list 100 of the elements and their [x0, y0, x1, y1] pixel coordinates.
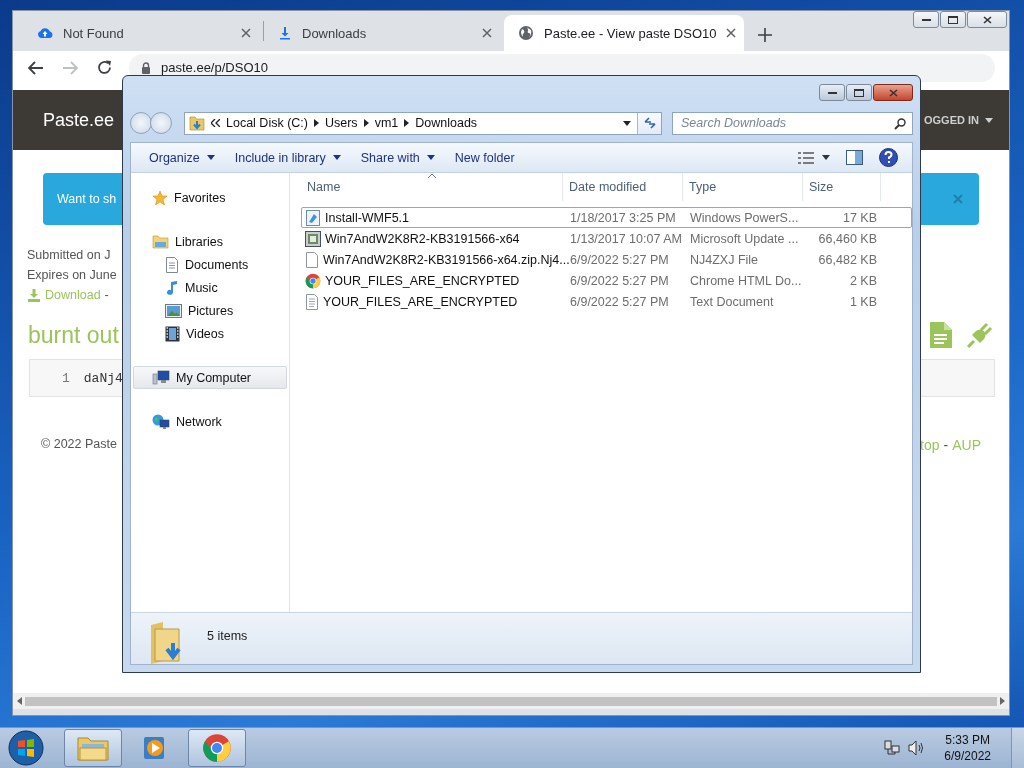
maximize-icon	[854, 88, 864, 97]
chevron-right-icon	[363, 119, 369, 127]
refresh-button[interactable]	[637, 112, 661, 134]
breadcrumb-item[interactable]: Users	[324, 116, 358, 130]
breadcrumb-item[interactable]: Local Disk (C:)	[226, 116, 308, 130]
pictures-icon	[165, 303, 182, 318]
film-icon	[165, 325, 180, 342]
minimize-button[interactable]	[819, 84, 845, 101]
file-name: Win7AndW2K8R2-KB3191566-x64.zip.Nj4...	[323, 252, 570, 267]
submitted-text: Submitted on J	[27, 247, 111, 264]
size-cell-text: 1 KB	[848, 294, 878, 309]
help-icon[interactable]	[879, 148, 898, 167]
minimize-button[interactable]	[913, 11, 939, 28]
cloud-upload-icon	[37, 27, 53, 39]
column-header[interactable]: Size	[803, 173, 881, 201]
type-cell-text: Chrome HTML Do...	[689, 273, 803, 288]
date-cell-text: 6/9/2022 5:27 PM	[569, 294, 670, 309]
item-count: 5 items	[207, 629, 248, 643]
close-icon[interactable]	[241, 28, 251, 38]
browser-tab[interactable]: Not Found	[23, 15, 263, 51]
scroll-right-icon[interactable]	[1000, 697, 1005, 705]
type-cell-text: NJ4ZXJ File	[689, 252, 760, 267]
reload-icon[interactable]	[96, 60, 112, 75]
search-field[interactable]: Search Downloads	[672, 111, 913, 135]
blank-file-icon	[305, 251, 319, 268]
navigation-item[interactable]: Libraries	[133, 230, 287, 253]
close-icon	[888, 88, 898, 97]
size-cell-text: 2 KB	[848, 273, 878, 288]
file-row[interactable]: Win7AndW2K8R2-KB3191566-x64.zip.Nj4...6/9/2022 5:27 PM NJ4ZXJ File 66,482 KB	[301, 249, 912, 270]
file-row[interactable]: Win7AndW2K8R2-KB3191566-x64 1/13/2017 10:07 AM Microsoft Update ... 66,460 KB	[301, 228, 912, 249]
file-row[interactable]: YOUR_FILES_ARE_ENCRYPTED 6/9/2022 5:27 PM Chrome HTML Do... 2 KB	[301, 270, 912, 291]
details-view-icon	[798, 151, 814, 164]
navigation-item[interactable]: Pictures	[133, 299, 287, 322]
taskbar-button[interactable]	[188, 729, 246, 767]
address-bar[interactable]: Local Disk (C:) Users vm1 Downloads	[184, 111, 662, 135]
network-icon[interactable]	[884, 740, 901, 756]
navigation-item[interactable]: Network	[133, 410, 287, 433]
date-cell-text: 1/18/2017 3:25 PM	[569, 210, 677, 225]
browser-tab[interactable]: Downloads	[264, 15, 504, 51]
size-cell-text: 17 KB	[841, 210, 878, 225]
command-button[interactable]: Share with	[350, 146, 445, 169]
breadcrumb-item[interactable]: Downloads	[415, 116, 478, 130]
separator-text: -	[104, 287, 109, 304]
breadcrumb-item[interactable]: vm1	[374, 116, 399, 130]
clock-date: 6/9/2022	[944, 748, 991, 764]
file-row[interactable]: YOUR_FILES_ARE_ENCRYPTED 6/9/2022 5:27 PM Text Document 1 KB	[301, 291, 912, 312]
column-header[interactable]: Name	[301, 173, 563, 201]
preview-pane-icon[interactable]	[846, 150, 863, 165]
folder-icon	[76, 734, 110, 762]
caret-icon	[332, 155, 341, 160]
file-row[interactable]: Install-WMF5.1 1/18/2017 3:25 PM Windows PowerS... 17 KB	[301, 207, 912, 228]
account-menu[interactable]: OGGED IN	[924, 114, 979, 126]
taskbar-button[interactable]	[64, 729, 122, 767]
back-arrow-icon[interactable]	[28, 60, 44, 75]
chevron-right-icon	[404, 119, 410, 127]
file-name: YOUR_FILES_ARE_ENCRYPTED	[325, 273, 520, 288]
command-button[interactable]: New folder	[444, 146, 525, 169]
clock-time: 5:33 PM	[945, 732, 990, 748]
close-button[interactable]	[873, 84, 913, 101]
column-header[interactable]: Date modified	[563, 173, 683, 201]
close-icon	[982, 15, 992, 24]
expires-text: Expires on June	[27, 267, 117, 284]
copyright-text: © 2022 Paste	[41, 437, 117, 453]
navigation-item[interactable]: Music	[133, 276, 287, 299]
close-button[interactable]	[967, 11, 1007, 28]
document-icon	[165, 256, 179, 273]
file-name: Install-WMF5.1	[325, 210, 410, 225]
maximize-button[interactable]	[846, 84, 872, 101]
file-name: Win7AndW2K8R2-KB3191566-x64	[325, 231, 520, 246]
chevron-right-icon	[313, 119, 319, 127]
close-icon[interactable]	[726, 28, 737, 38]
text-file-icon	[305, 293, 319, 310]
browser-tab[interactable]: Paste.ee - View paste DSO10	[504, 15, 744, 51]
download-icon	[27, 288, 41, 302]
caret-icon	[206, 155, 215, 160]
code-line: daNj4	[83, 370, 123, 386]
command-button[interactable]: Organize	[139, 146, 225, 169]
column-header[interactable]: Type	[683, 173, 803, 201]
navigation-item[interactable]: Videos	[133, 322, 287, 345]
command-button[interactable]: Include in library	[224, 146, 351, 169]
maximize-button[interactable]	[940, 11, 966, 28]
file-name: YOUR_FILES_ARE_ENCRYPTED	[323, 294, 518, 309]
caret-icon	[623, 120, 631, 126]
start-button[interactable]	[6, 729, 46, 767]
refresh-icon	[642, 117, 657, 129]
double-chevron-icon[interactable]	[211, 119, 220, 127]
navigation-item[interactable]: My Computer	[133, 366, 287, 389]
search-icon	[894, 117, 906, 130]
site-logo[interactable]: Paste.ee	[43, 109, 115, 131]
navigation-item[interactable]: Favorites	[133, 186, 287, 209]
horizontal-scrollbar[interactable]	[13, 693, 1009, 709]
size-cell-text: 66,482 KB	[817, 252, 878, 267]
close-icon[interactable]	[482, 28, 492, 38]
type-cell-text: Text Document	[689, 294, 775, 309]
clock[interactable]: 5:33 PM 6/9/2022	[944, 732, 991, 764]
size-cell-text: 66,460 KB	[817, 231, 878, 246]
maximize-icon	[948, 15, 958, 24]
separator-text: -	[943, 437, 949, 453]
scroll-left-icon[interactable]	[17, 697, 22, 705]
navigation-item[interactable]: Documents	[133, 253, 287, 276]
